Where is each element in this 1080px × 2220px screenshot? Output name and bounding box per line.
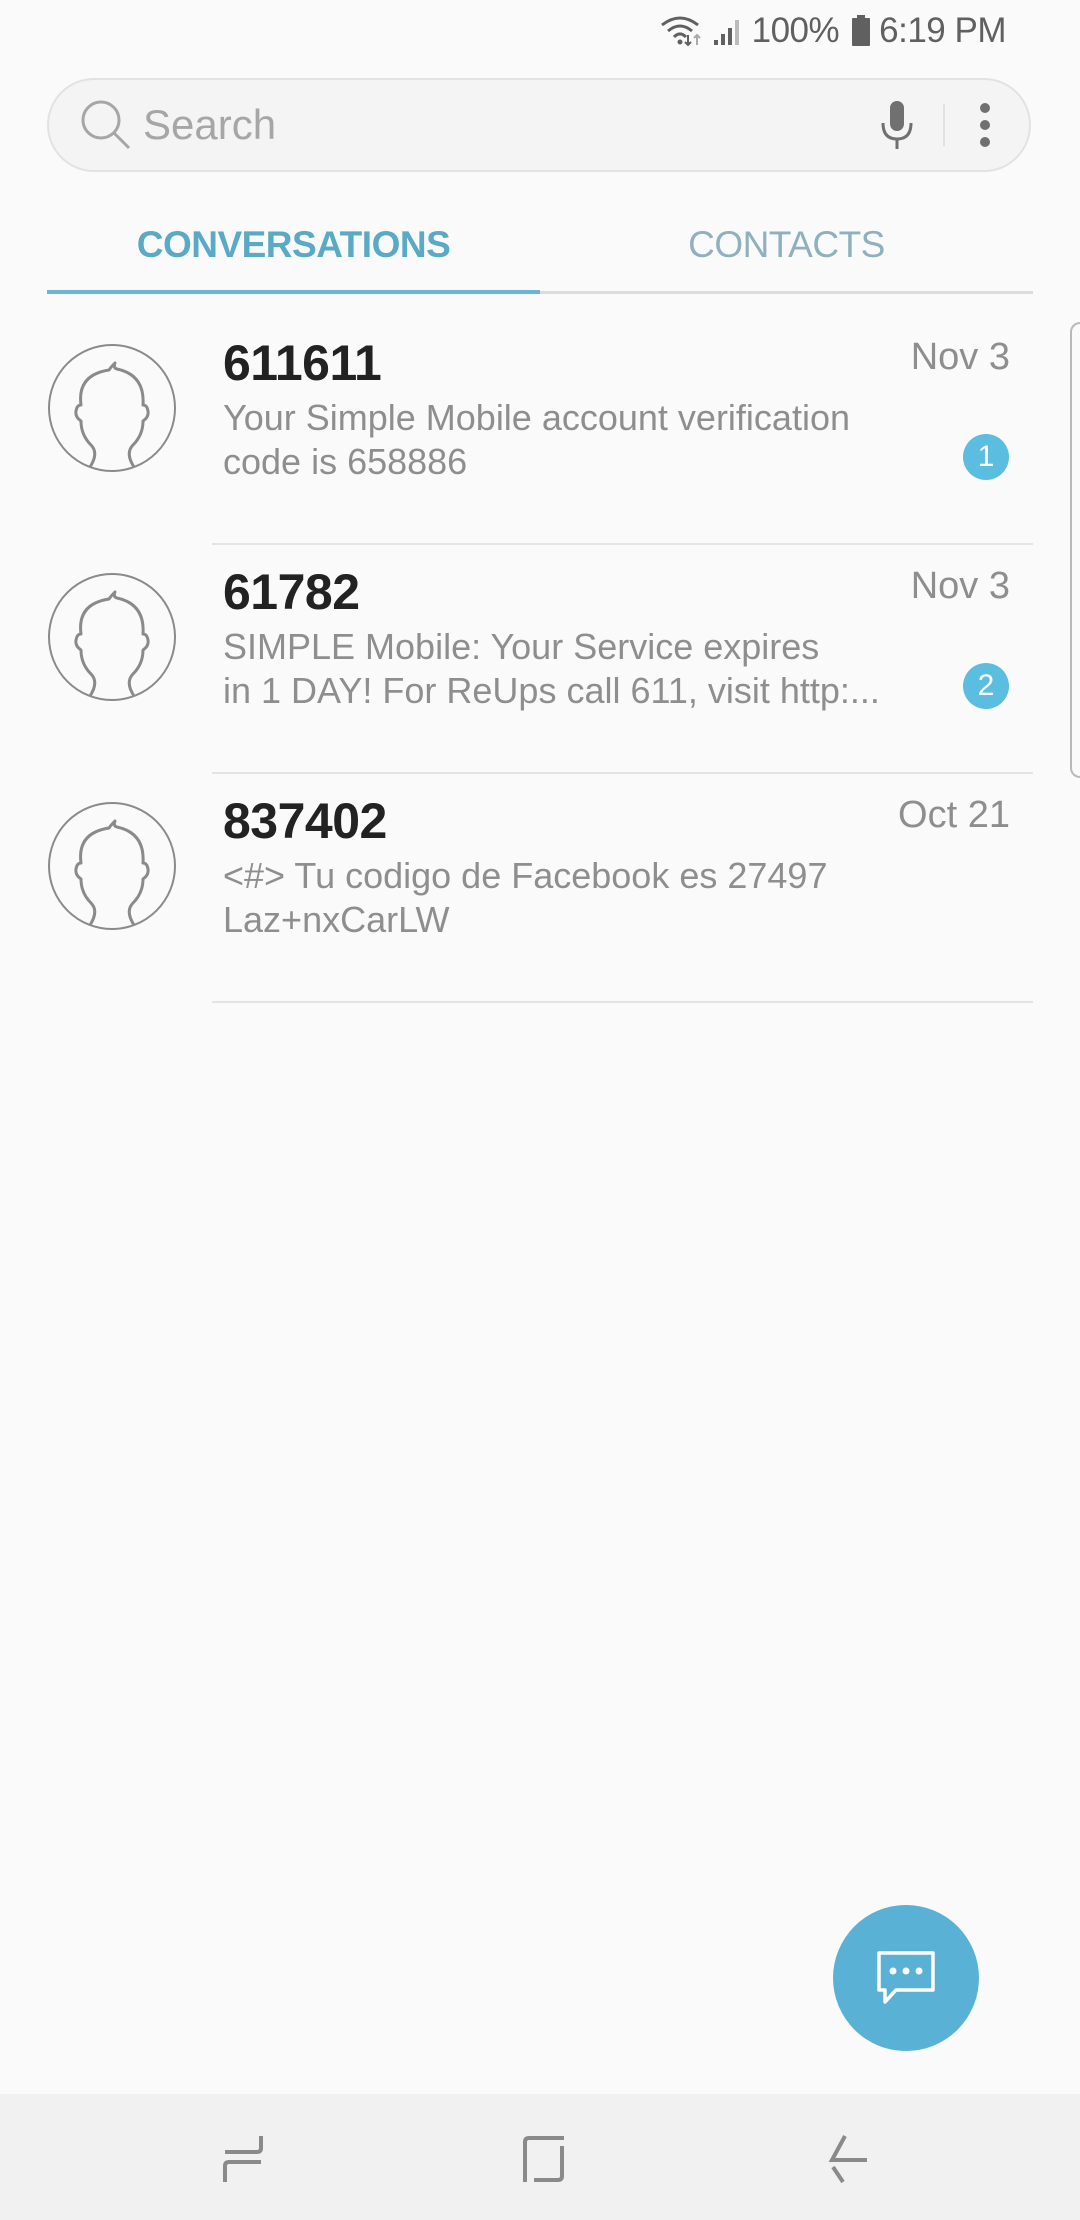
preview-line: in 1 DAY! For ReUps call 611, visit http… [223, 670, 880, 711]
avatar-placeholder-icon[interactable] [47, 343, 177, 473]
unread-badge: 2 [963, 663, 1009, 709]
back-icon[interactable] [825, 2134, 869, 2184]
divider [212, 1001, 1033, 1003]
edge-panel-handle[interactable] [1070, 322, 1080, 778]
tab-bar: CONVERSATIONS CONTACTS [47, 210, 1033, 294]
conversation-name: 837402 [223, 793, 387, 849]
more-vertical-icon[interactable] [979, 102, 991, 148]
battery-icon [851, 15, 871, 47]
compose-message-icon [877, 1951, 935, 2004]
message-preview: <#> Tu codigo de Facebook es 27497 Laz+n… [223, 854, 903, 942]
avatar-placeholder-icon[interactable] [47, 801, 177, 931]
wifi-icon [660, 15, 704, 47]
preview-line: SIMPLE Mobile: Your Service expires [223, 626, 820, 667]
preview-line: <#> Tu codigo de Facebook es 27497 [223, 855, 828, 896]
conversation-item[interactable]: 837402 Oct 21 <#> Tu codigo de Facebook … [0, 774, 1080, 1003]
conversation-date: Oct 21 [898, 794, 1010, 836]
conversation-list: 611611 Nov 3 Your Simple Mobile account … [0, 316, 1080, 1003]
preview-line: code is 658886 [223, 441, 468, 482]
compose-button[interactable] [833, 1905, 979, 2051]
conversation-date: Nov 3 [910, 565, 1010, 607]
search-divider [943, 104, 945, 146]
signal-icon [712, 16, 744, 46]
unread-badge: 1 [963, 434, 1009, 480]
mic-icon[interactable] [877, 99, 917, 151]
status-bar: 100% 6:19 PM [0, 0, 1080, 62]
search-bar[interactable] [47, 78, 1031, 172]
conversation-item[interactable]: 61782 Nov 3 SIMPLE Mobile: Your Service … [0, 545, 1080, 774]
message-preview: Your Simple Mobile account verification … [223, 396, 903, 484]
preview-line: Your Simple Mobile account verification [223, 397, 850, 438]
avatar-placeholder-icon[interactable] [47, 572, 177, 702]
tab-conversations[interactable]: CONVERSATIONS [47, 210, 540, 294]
clock: 6:19 PM [879, 11, 1006, 50]
message-preview: SIMPLE Mobile: Your Service expires in 1… [223, 625, 903, 713]
home-icon[interactable] [522, 2134, 566, 2184]
conversation-name: 611611 [223, 335, 382, 391]
battery-percent: 100% [751, 11, 840, 50]
search-icon [79, 98, 133, 152]
preview-line: Laz+nxCarLW [223, 899, 450, 940]
navigation-bar [0, 2094, 1080, 2220]
conversation-item[interactable]: 611611 Nov 3 Your Simple Mobile account … [0, 316, 1080, 545]
search-input[interactable] [143, 95, 877, 155]
tab-contacts[interactable]: CONTACTS [540, 210, 1033, 294]
recents-icon[interactable] [221, 2134, 265, 2184]
conversation-date: Nov 3 [910, 336, 1010, 378]
conversation-name: 61782 [223, 564, 360, 620]
